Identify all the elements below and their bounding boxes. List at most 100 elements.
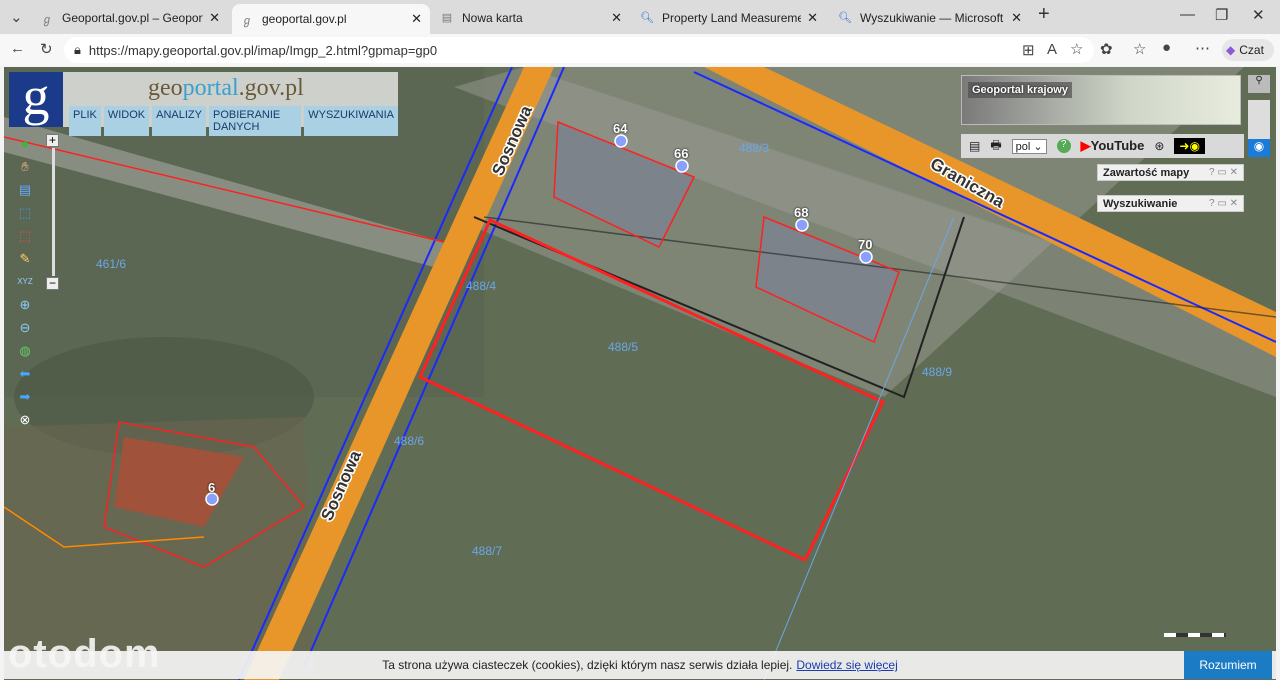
document-icon[interactable]: ▤ <box>969 139 980 153</box>
new-tab-button[interactable]: + <box>1038 3 1050 26</box>
cookie-learn-more-link[interactable]: Dowiedz się więcej <box>796 658 897 672</box>
info-icon[interactable]: ● <box>14 134 36 153</box>
zoom-in-button[interactable]: + <box>46 134 59 147</box>
cookie-accept-button[interactable]: Rozumiem <box>1184 651 1272 679</box>
more-menu-icon[interactable]: ⋯ <box>1195 39 1210 57</box>
tab-geoportal[interactable]: ℊ geoportal.gov.pl ✕ <box>232 4 430 34</box>
parcel-label: 488/3 <box>739 141 770 155</box>
house-number: 70 <box>858 237 873 252</box>
address-point[interactable] <box>859 250 873 264</box>
parcel-label: 488/9 <box>922 365 953 379</box>
lock-icon: 🔒︎ <box>74 42 81 57</box>
url-input[interactable]: 🔒︎ https://mapy.geoportal.gov.pl/imap/Img… <box>64 37 1094 63</box>
house-number: 6 <box>208 480 216 495</box>
xyz-coordinates-icon[interactable]: XYZ <box>14 272 36 291</box>
menu-analizy[interactable]: ANALIZY <box>152 106 206 136</box>
read-aloud-icon[interactable]: A <box>1047 41 1057 58</box>
parcel-label: 488/6 <box>394 434 425 448</box>
tab-bar: ⌄ ℊGeoportal.gov.pl – Geoportal Infra✕ ℊ… <box>0 0 1280 34</box>
close-icon[interactable]: ✕ <box>411 11 422 27</box>
geoportal-icon: ℊ <box>41 14 53 26</box>
zoom-slider[interactable]: + − <box>46 134 60 294</box>
tab-bing[interactable]: 🔍︎Wyszukiwanie — Microsoft Bing✕ <box>830 4 1030 32</box>
refresh-icon[interactable]: ↻ <box>40 40 53 58</box>
back-icon[interactable]: ← <box>10 40 25 57</box>
newtab-icon: ▤ <box>441 12 453 24</box>
map-contents-panel[interactable]: Zawartość mapy? ▭ ✕ <box>1097 164 1244 181</box>
favorites-icon[interactable]: ☆ <box>1133 40 1146 58</box>
restore-button[interactable]: ❐ <box>1215 6 1228 24</box>
profile-avatar[interactable]: ● <box>1162 39 1171 56</box>
youtube-icon: ▶ <box>1080 138 1091 153</box>
forward-arrow-icon[interactable]: ➡ <box>14 387 36 406</box>
visibility-eye-icon[interactable]: ◉ <box>1248 139 1270 157</box>
app-available-icon[interactable]: ⊞ <box>1022 41 1035 59</box>
address-bar-row: ← ↻ 🔒︎ https://mapy.geoportal.gov.pl/imap… <box>0 34 1280 66</box>
search-icon: 🔍︎ <box>838 12 852 24</box>
address-point[interactable] <box>675 159 689 173</box>
menu-pobieranie-danych[interactable]: POBIERANIE DANYCH <box>209 106 302 136</box>
youtube-link[interactable]: ▶YouTube <box>1081 138 1145 154</box>
zoom-out-button[interactable]: − <box>46 277 59 290</box>
zoom-track[interactable] <box>51 148 55 276</box>
copilot-button[interactable]: ◆ Czat <box>1222 39 1274 61</box>
menu-widok[interactable]: WIDOK <box>103 106 150 136</box>
tool-palette: ● ✋︎ ▤ ⬚ ⬚ ✎ XYZ ⊕ ⊖ ◍ ⬅ ➡ ⊗ <box>14 134 40 429</box>
address-point[interactable] <box>795 218 809 232</box>
minimize-button[interactable]: — <box>1180 6 1195 23</box>
parcel-label: 488/7 <box>472 544 503 558</box>
parcel-label: 488/5 <box>608 340 639 354</box>
tab-geoportal-infra[interactable]: ℊGeoportal.gov.pl – Geoportal Infra✕ <box>32 4 228 32</box>
scale-bar <box>1164 633 1226 637</box>
cookie-banner: Ta strona używa ciasteczek (cookies), dz… <box>4 651 1276 679</box>
search-panel[interactable]: Wyszukiwanie? ▭ ✕ <box>1097 195 1244 212</box>
zoom-in-icon[interactable]: ⊕ <box>14 295 36 314</box>
menu-wyszukiwania[interactable]: WYSZUKIWANIA <box>304 106 398 136</box>
main-menu: PLIK WIDOK ANALIZY POBIERANIE DANYCH WYS… <box>69 106 398 136</box>
search-icon: 🔍︎ <box>640 12 654 24</box>
extensions-icon[interactable]: ✿ <box>1100 40 1113 58</box>
right-toolbar: ▤ 🖶︎ pol ⌄ ? ▶YouTube ⊛ ➜◉ <box>961 134 1244 158</box>
house-number: 66 <box>674 146 689 161</box>
overview-map[interactable]: Geoportal krajowy <box>961 75 1241 125</box>
zoom-out-icon[interactable]: ⊖ <box>14 318 36 337</box>
close-icon[interactable]: ✕ <box>209 10 220 26</box>
panel-controls[interactable]: ? ▭ ✕ <box>1209 167 1238 178</box>
help-icon[interactable]: ? <box>1056 139 1071 153</box>
tab-property[interactable]: 🔍︎Property Land Measurement - Wys✕ <box>632 4 826 32</box>
pencil-icon[interactable]: ✎ <box>14 249 36 268</box>
accessibility-icon[interactable]: ⊛ <box>1154 139 1164 153</box>
reset-icon[interactable]: ⊗ <box>14 410 36 429</box>
parcel-label: 488/4 <box>466 279 497 293</box>
language-select[interactable]: pol ⌄ <box>1011 138 1047 154</box>
select-icon[interactable]: ⬚ <box>14 203 36 222</box>
geoportal-icon: ℊ <box>241 15 253 27</box>
tab-new[interactable]: ▤ Nowa karta ✕ <box>432 4 630 32</box>
tab-list-chevron-icon[interactable]: ⌄ <box>10 8 23 26</box>
contrast-eye-icon[interactable]: ➜◉ <box>1174 138 1205 154</box>
header-bar: geoportal.gov.pl PLIK WIDOK ANALIZY POBI… <box>63 72 398 136</box>
close-icon[interactable]: ✕ <box>611 10 622 26</box>
house-number: 68 <box>794 205 809 220</box>
select-red-icon[interactable]: ⬚ <box>14 226 36 245</box>
back-arrow-icon[interactable]: ⬅ <box>14 364 36 383</box>
close-window-button[interactable]: ✕ <box>1252 6 1265 24</box>
favorite-star-icon[interactable]: ☆ <box>1070 40 1083 58</box>
pan-hand-icon[interactable]: ✋︎ <box>14 157 36 176</box>
close-icon[interactable]: ✕ <box>1011 10 1022 26</box>
close-icon[interactable]: ✕ <box>807 10 818 26</box>
panel-controls[interactable]: ? ▭ ✕ <box>1209 198 1238 209</box>
globe-icon[interactable]: ◍ <box>14 341 36 360</box>
house-number: 64 <box>613 121 628 136</box>
address-point[interactable] <box>614 134 628 148</box>
print-icon[interactable]: 🖶︎ <box>990 136 1001 157</box>
geoportal-logo[interactable]: g <box>9 69 63 127</box>
legend-icon[interactable]: ▤ <box>14 180 36 199</box>
copilot-icon: ◆ <box>1226 43 1236 57</box>
overview-toggle-icon[interactable]: ⚲ <box>1248 75 1270 93</box>
brand-title: geoportal.gov.pl <box>148 75 304 101</box>
menu-plik[interactable]: PLIK <box>69 106 101 136</box>
map-canvas[interactable]: Sosnowa Sosnowa Graniczna 64 66 68 70 6 … <box>4 67 1276 680</box>
map-layer: Sosnowa Sosnowa Graniczna <box>4 67 1276 680</box>
parcel-label: 461/6 <box>96 257 127 271</box>
